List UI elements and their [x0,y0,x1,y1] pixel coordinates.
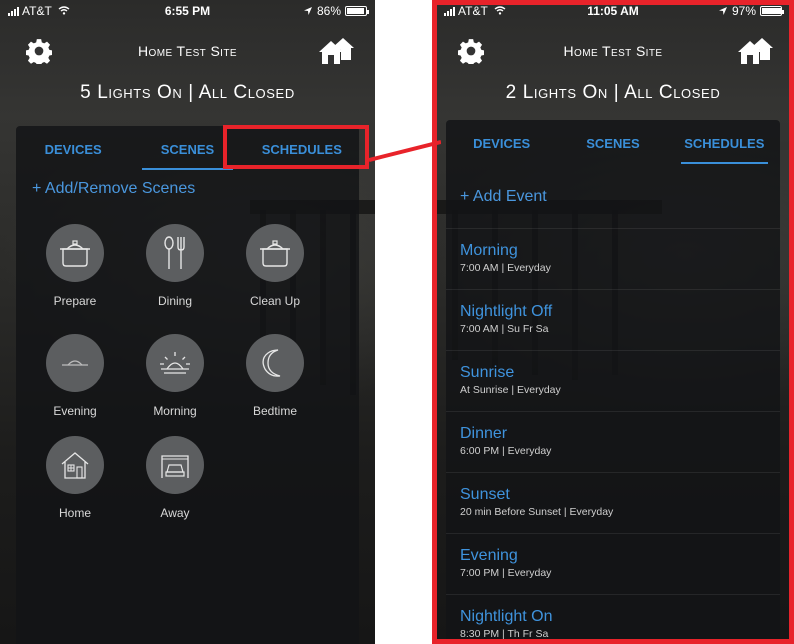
top-bar: Home Test Site [432,36,794,66]
scene-label: Morning [153,404,197,418]
cooking-pot-icon [260,240,290,267]
scene-home[interactable]: Home [25,436,125,520]
scene-label: Away [160,506,190,520]
moon-icon [262,349,281,377]
house-icon [61,452,89,479]
event-meta: 7:00 AM | Su Fr Sa [460,323,549,335]
event-name: Sunrise [460,364,515,381]
status-bar: AT&T 6:55 PM 86% [0,0,375,22]
status-summary: 5 Lights On | All Closed [80,82,295,103]
tab-devices[interactable]: DEVICES [16,126,130,172]
scene-label: Clean Up [249,294,301,308]
scene-dining[interactable]: Dining [125,224,225,308]
sunrise-icon [160,352,190,374]
scene-label: Prepare [53,294,97,308]
list-item[interactable]: Nightlight Off 7:00 AM | Su Fr Sa [446,289,780,350]
houses-icon[interactable] [317,36,355,66]
schedule-list: Morning 7:00 AM | Everyday Nightlight Of… [446,228,780,644]
scene-away[interactable]: Away [125,436,225,520]
status-summary: 2 Lights On | All Closed [505,82,721,103]
tab-devices[interactable]: DEVICES [446,120,557,166]
scene-label: Dining [157,294,193,308]
event-meta: 8:30 PM | Th Fr Sa [460,628,549,640]
list-item[interactable]: Dinner 6:00 PM | Everyday [446,411,780,472]
scene-label: Bedtime [252,404,298,418]
location-arrow-icon [303,7,312,15]
scene-morning[interactable]: Morning [125,334,225,418]
event-name: Evening [460,547,518,564]
phone-screen-scenes: AT&T 6:55 PM 86% Home Test Site 5 Lights… [0,0,375,644]
cooking-pot-icon [60,240,90,267]
list-item[interactable]: Nightlight On 8:30 PM | Th Fr Sa [446,594,780,644]
houses-icon[interactable] [736,36,774,66]
event-name: Nightlight On [460,608,553,625]
scene-evening[interactable]: Evening [25,334,125,418]
event-name: Sunset [460,486,510,503]
battery-icon [345,6,369,16]
add-event-link[interactable]: + Add Event [460,188,547,206]
scene-clean-up[interactable]: Clean Up [225,224,325,308]
battery-status: 97% [718,4,784,18]
callout-highlight-box [223,125,369,169]
scenes-panel: DEVICES SCENES SCHEDULES + Add/Remove Sc… [16,126,359,644]
event-name: Morning [460,242,518,259]
event-meta: 6:00 PM | Everyday [460,445,552,457]
scene-prepare[interactable]: Prepare [25,224,125,308]
tab-scenes[interactable]: SCENES [557,120,668,166]
list-item[interactable]: Morning 7:00 AM | Everyday [446,228,780,289]
event-meta: At Sunrise | Everyday [460,384,561,396]
event-meta: 7:00 AM | Everyday [460,262,551,274]
schedules-panel: DEVICES SCENES SCHEDULES + Add Event Mor… [446,120,780,644]
battery-status: 86% [303,4,369,18]
scene-label: Evening [53,404,97,418]
event-meta: 7:00 PM | Everyday [460,567,552,579]
add-remove-scenes-link[interactable]: + Add/Remove Scenes [32,180,195,198]
list-item[interactable]: Sunset 20 min Before Sunset | Everyday [446,472,780,533]
scene-bedtime[interactable]: Bedtime [225,334,325,418]
phone-screen-schedules: AT&T 11:05 AM 97% Home Test Site 2 Light… [432,0,794,644]
tab-bar: DEVICES SCENES SCHEDULES [446,120,780,166]
event-name: Nightlight Off [460,303,553,320]
event-name: Dinner [460,425,508,442]
battery-percent: 97% [731,4,756,18]
battery-icon [760,6,784,16]
location-arrow-icon [718,7,727,15]
garage-car-icon [161,455,189,478]
fork-spoon-icon [164,236,185,269]
event-meta: 20 min Before Sunset | Everyday [460,506,614,518]
status-bar: AT&T 11:05 AM 97% [432,0,794,22]
top-bar: Home Test Site [0,36,375,66]
callout-connector [369,140,441,162]
list-item[interactable]: Evening 7:00 PM | Everyday [446,533,780,594]
list-item[interactable]: Sunrise At Sunrise | Everyday [446,350,780,411]
scene-label: Home [58,506,91,520]
sunset-icon [62,360,88,366]
battery-percent: 86% [316,4,341,18]
tab-schedules[interactable]: SCHEDULES [669,120,780,166]
